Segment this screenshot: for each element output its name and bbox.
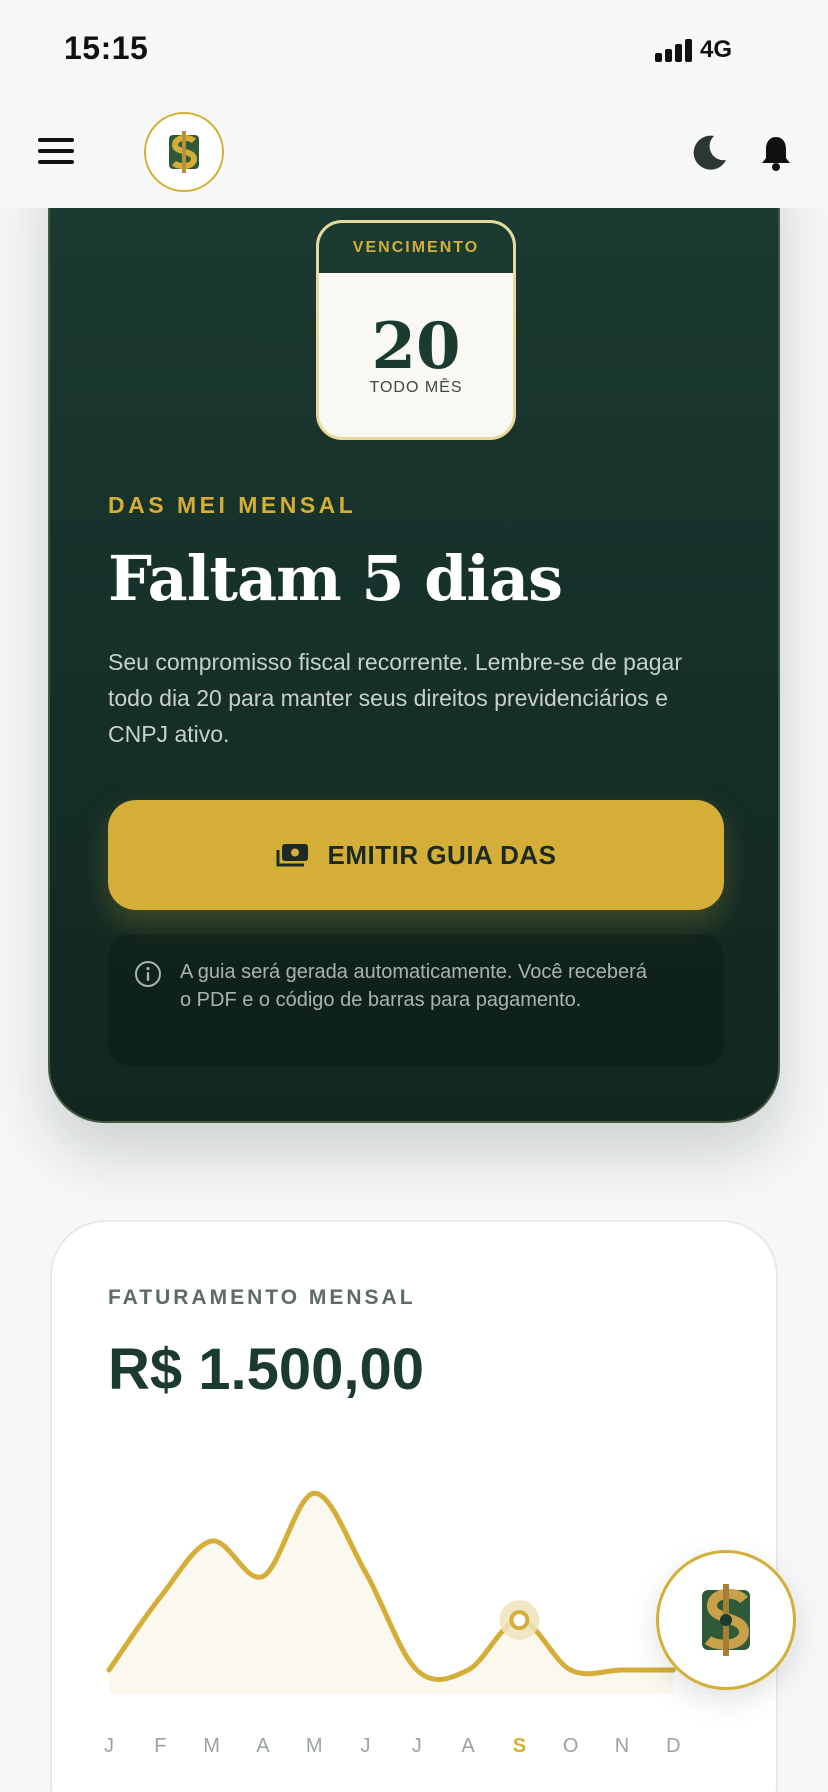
- money-icon: [276, 844, 308, 867]
- emit-guide-button[interactable]: EMITIR GUIA DAS: [108, 800, 724, 910]
- month-label[interactable]: N: [615, 1735, 629, 1757]
- app-header: [0, 100, 828, 208]
- floating-action-button[interactable]: [656, 1550, 796, 1690]
- revenue-card: FATURAMENTO MENSAL R$ 1.500,00 JFMAMJJAS…: [50, 1220, 778, 1792]
- month-label[interactable]: F: [154, 1735, 166, 1757]
- month-label[interactable]: O: [563, 1735, 579, 1757]
- info-box: A guia será gerada automaticamente. Você…: [108, 934, 724, 1066]
- das-description: Seu compromisso fiscal recorrente. Lembr…: [108, 649, 682, 747]
- bell-icon[interactable]: [758, 134, 794, 172]
- chart-area: [109, 1493, 674, 1694]
- month-label[interactable]: S: [513, 1735, 526, 1757]
- month-label[interactable]: M: [306, 1735, 323, 1757]
- month-label[interactable]: J: [104, 1735, 114, 1757]
- due-date-calendar: VENCIMENTO 20 TODO MÊS: [316, 220, 516, 440]
- network-type: 4G: [699, 36, 732, 63]
- moon-icon[interactable]: [690, 134, 728, 172]
- calendar-day: 20: [371, 309, 461, 384]
- status-bar: 15:15 4G: [0, 0, 828, 100]
- status-indicators: 4G: [654, 36, 732, 64]
- dollar-logo-icon[interactable]: [144, 112, 224, 192]
- month-label[interactable]: A: [256, 1735, 270, 1757]
- month-label[interactable]: M: [203, 1735, 220, 1757]
- info-text: A guia será gerada automaticamente. Você…: [180, 961, 647, 1011]
- month-label[interactable]: A: [461, 1735, 475, 1757]
- status-time: 15:15: [64, 30, 149, 66]
- calendar-subtitle: TODO MÊS: [369, 379, 463, 396]
- month-label[interactable]: J: [412, 1735, 422, 1757]
- calendar-header: VENCIMENTO: [319, 223, 513, 273]
- dollar-logo-icon: [702, 1584, 750, 1656]
- signal-icon: [654, 38, 692, 62]
- selected-point[interactable]: [509, 1610, 530, 1631]
- das-card: VENCIMENTO 20 TODO MÊS DAS MEI MENSAL Fa…: [48, 150, 780, 1123]
- emit-guide-label: EMITIR GUIA DAS: [327, 839, 557, 870]
- month-label[interactable]: J: [361, 1735, 371, 1757]
- month-label[interactable]: D: [666, 1735, 680, 1757]
- hamburger-icon[interactable]: [38, 138, 74, 166]
- info-icon: [135, 961, 161, 987]
- das-title: Faltam 5 dias: [108, 542, 563, 615]
- das-eyebrow: DAS MEI MENSAL: [108, 492, 357, 518]
- revenue-chart: JFMAMJJASOND: [104, 1490, 681, 1757]
